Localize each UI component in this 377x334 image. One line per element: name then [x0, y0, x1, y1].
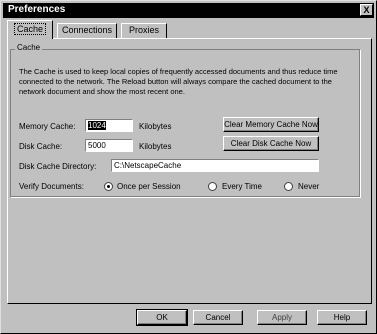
memory-cache-label: Memory Cache:	[19, 122, 76, 131]
verify-never-label[interactable]: Never	[298, 182, 319, 191]
disk-cache-unit: Kilobytes	[139, 142, 172, 151]
cancel-button[interactable]: Cancel	[193, 310, 243, 325]
tab-connections-label: Connections	[61, 25, 113, 35]
preferences-dialog: Preferences X Cache Connections Proxies …	[0, 0, 377, 334]
clear-disk-cache-button[interactable]: Clear Disk Cache Now	[223, 136, 319, 151]
verify-never-radio[interactable]	[284, 182, 293, 191]
clear-memory-cache-button[interactable]: Clear Memory Cache Now	[223, 117, 319, 132]
verify-once-per-session-label[interactable]: Once per Session	[117, 182, 181, 191]
verify-once-per-session-radio[interactable]	[104, 182, 113, 191]
tab-proxies-label: Proxies	[128, 25, 159, 35]
title-bar: Preferences X	[3, 3, 374, 18]
help-button[interactable]: Help	[317, 310, 367, 325]
verify-documents-label: Verify Documents:	[19, 182, 84, 191]
disk-cache-directory-value: C:\NetscapeCache	[114, 161, 182, 170]
tab-cache-label: Cache	[13, 23, 46, 35]
ok-button[interactable]: OK	[136, 309, 188, 326]
memory-cache-field[interactable]: 1024	[85, 119, 133, 132]
verify-every-time-radio[interactable]	[208, 182, 217, 191]
disk-cache-field[interactable]: 5000	[85, 139, 133, 152]
disk-cache-value: 5000	[88, 141, 106, 150]
tab-connections[interactable]: Connections	[57, 23, 117, 38]
tab-proxies[interactable]: Proxies	[121, 23, 167, 38]
cache-description: The Cache is used to keep local copies o…	[19, 67, 338, 96]
memory-cache-value: 1024	[88, 121, 106, 130]
disk-cache-directory-label: Disk Cache Directory:	[19, 162, 97, 171]
disk-cache-label: Disk Cache:	[19, 142, 63, 151]
verify-every-time-label[interactable]: Every Time	[222, 182, 262, 191]
cache-group-label: Cache	[15, 43, 43, 52]
close-button[interactable]: X	[360, 4, 373, 16]
apply-button[interactable]: Apply	[257, 310, 307, 325]
disk-cache-directory-field[interactable]: C:\NetscapeCache	[111, 159, 319, 172]
tab-cache[interactable]: Cache	[7, 20, 53, 39]
memory-cache-unit: Kilobytes	[139, 122, 172, 131]
window-title: Preferences	[8, 4, 66, 15]
